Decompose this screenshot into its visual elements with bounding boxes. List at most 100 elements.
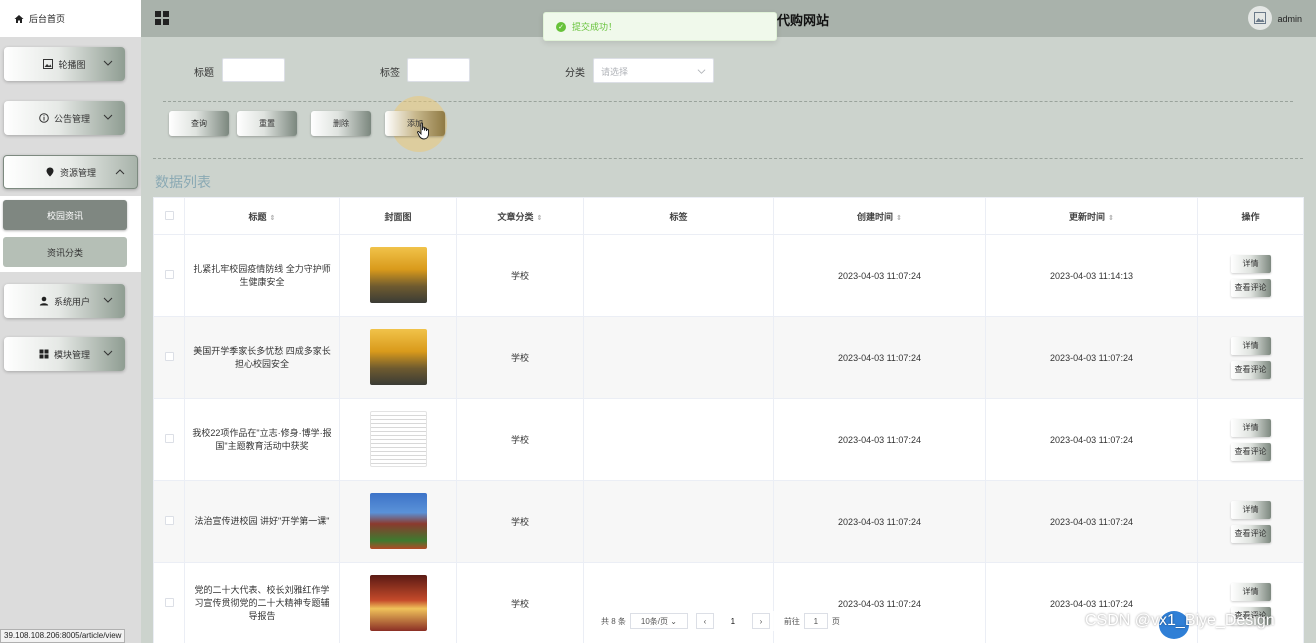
sidebar-item-label: 公告管理 [53,113,90,124]
sort-icon: ⇕ [536,214,543,222]
submenu-panel: 校园资讯 资讯分类 [0,196,141,272]
sidebar-item-label: 系统用户 [53,296,90,307]
view-comments-button[interactable]: 查看评论 [1230,524,1271,543]
sort-icon: ⇕ [1108,214,1114,222]
hand-cursor-icon [417,122,429,140]
sidebar-item-resources[interactable]: 资源管理 [3,155,138,189]
sidebar-item-label: 模块管理 [53,349,90,360]
page-size-select[interactable]: 10条/页 ⌄ [629,613,688,629]
grid-icon [39,349,49,359]
pin-icon [45,167,55,177]
row-cover [339,316,457,399]
image-icon [43,59,54,69]
next-page-button[interactable]: › [751,613,770,629]
sidebar-item-notices[interactable]: 公告管理 [4,101,125,135]
row-ops: 详情 查看评论 [1197,562,1304,643]
row-title: 扎紧扎牢校园疫情防线 全力守护师生健康安全 [184,234,340,317]
prev-page-button[interactable]: ‹ [695,613,714,629]
chevron-up-icon [115,169,125,175]
list-title: 数据列表 [155,174,211,190]
row-created: 2023-04-03 11:07:24 [773,398,986,481]
sidebar-item-carousel[interactable]: 轮播图 [4,47,125,81]
pagination-total: 共 8 条 [601,616,626,626]
sidebar-item-home[interactable]: 后台首页 [0,0,141,37]
table-header-row: 标题 ⇕ 封面图 文章分类 ⇕ 标签 创建时间 ⇕ 更新时间 ⇕ 操作 [153,197,1304,235]
watermark: CSDN @vx1_Biye_Design [1085,612,1275,629]
sidebar-item-label: 资源管理 [59,167,96,178]
cover-image [369,410,427,467]
sidebar-subitem-news-category[interactable]: 资讯分类 [3,237,127,267]
row-title: 美国开学季家长多忧愁 四成多家长担心校园安全 [184,316,340,399]
avatar[interactable] [1248,6,1272,30]
row-checkbox[interactable] [153,562,185,643]
table-row: 扎紧扎牢校园疫情防线 全力守护师生健康安全 学校 2023-04-03 11:0… [153,234,1304,317]
header-title[interactable]: 标题 ⇕ [184,197,340,235]
category-select[interactable]: 请选择 [593,58,714,83]
table-row: 美国开学季家长多忧愁 四成多家长担心校园安全 学校 2023-04-03 11:… [153,316,1304,399]
row-checkbox[interactable] [153,480,185,563]
sidebar-subitem-campus-news[interactable]: 校园资讯 [3,200,127,230]
select-all-checkbox[interactable] [153,197,185,235]
main-content: 标题 标签 分类 请选择 查询 重置 删除 添加 数据列表 标题 ⇕ 封面图 文章… [141,37,1316,643]
cover-image [369,246,427,303]
header-created[interactable]: 创建时间 ⇕ [773,197,986,235]
detail-button[interactable]: 详情 [1230,582,1271,601]
view-comments-button[interactable]: 查看评论 [1230,278,1271,297]
row-updated: 2023-04-03 11:07:24 [985,398,1198,481]
sort-icon: ⇕ [896,214,902,222]
user-icon [39,296,49,306]
info-circle-icon [39,113,49,123]
image-icon [1254,12,1266,24]
chevron-down-icon [103,114,113,120]
goto-page-input[interactable]: 1 [803,613,828,629]
row-category: 学校 [456,398,584,481]
header-category[interactable]: 文章分类 ⇕ [456,197,584,235]
user-name[interactable]: admin [1277,14,1302,24]
row-category: 学校 [456,562,584,643]
header-tag: 标签 [583,197,774,235]
row-created: 2023-04-03 11:07:24 [773,234,986,317]
detail-button[interactable]: 详情 [1230,254,1271,273]
row-checkbox[interactable] [153,398,185,481]
menu-toggle-icon[interactable] [155,11,169,25]
sidebar: 后台首页 轮播图 公告管理 资源管理 校园资讯 资讯分类 系统用户 模块管理 3… [0,0,141,643]
view-comments-button[interactable]: 查看评论 [1230,360,1271,379]
view-comments-button[interactable]: 查看评论 [1230,442,1271,461]
row-ops: 详情 查看评论 [1197,316,1304,399]
row-tag [583,234,774,317]
chevron-down-icon [103,60,113,66]
header-ops: 操作 [1197,197,1304,235]
row-ops: 详情 查看评论 [1197,398,1304,481]
category-filter-label: 分类 [565,68,585,79]
add-button[interactable]: 添加 [385,111,445,136]
title-filter-input[interactable] [222,58,285,82]
data-table: 标题 ⇕ 封面图 文章分类 ⇕ 标签 创建时间 ⇕ 更新时间 ⇕ 操作 扎紧扎牢校园疫情… [153,197,1304,643]
header-updated[interactable]: 更新时间 ⇕ [985,197,1198,235]
query-button[interactable]: 查询 [169,111,229,136]
row-title: 法治宣传进校园 讲好"开学第一课" [184,480,340,563]
row-cover [339,480,457,563]
detail-button[interactable]: 详情 [1230,500,1271,519]
row-tag [583,398,774,481]
delete-button[interactable]: 删除 [311,111,371,136]
detail-button[interactable]: 详情 [1230,336,1271,355]
chevron-down-icon [697,69,706,74]
row-checkbox[interactable] [153,316,185,399]
current-page[interactable]: 1 [722,613,744,629]
sidebar-item-modules[interactable]: 模块管理 [4,337,125,371]
row-title: 我校22项作品在"立志·修身·博学·报国"主题教育活动中获奖 [184,398,340,481]
sidebar-item-system-users[interactable]: 系统用户 [4,284,125,318]
success-toast: ✓ 提交成功！ [543,12,777,41]
page-suffix: 页 [831,616,840,626]
sidebar-item-home-label: 后台首页 [29,14,66,24]
reset-button[interactable]: 重置 [237,111,297,136]
row-ops: 详情 查看评论 [1197,480,1304,563]
chevron-down-icon [103,350,113,356]
row-category: 学校 [456,316,584,399]
table-row: 法治宣传进校园 讲好"开学第一课" 学校 2023-04-03 11:07:24… [153,480,1304,563]
site-title: 代购网站 [777,13,830,28]
detail-button[interactable]: 详情 [1230,418,1271,437]
row-checkbox[interactable] [153,234,185,317]
home-icon [14,14,24,24]
tag-filter-input[interactable] [407,58,470,82]
